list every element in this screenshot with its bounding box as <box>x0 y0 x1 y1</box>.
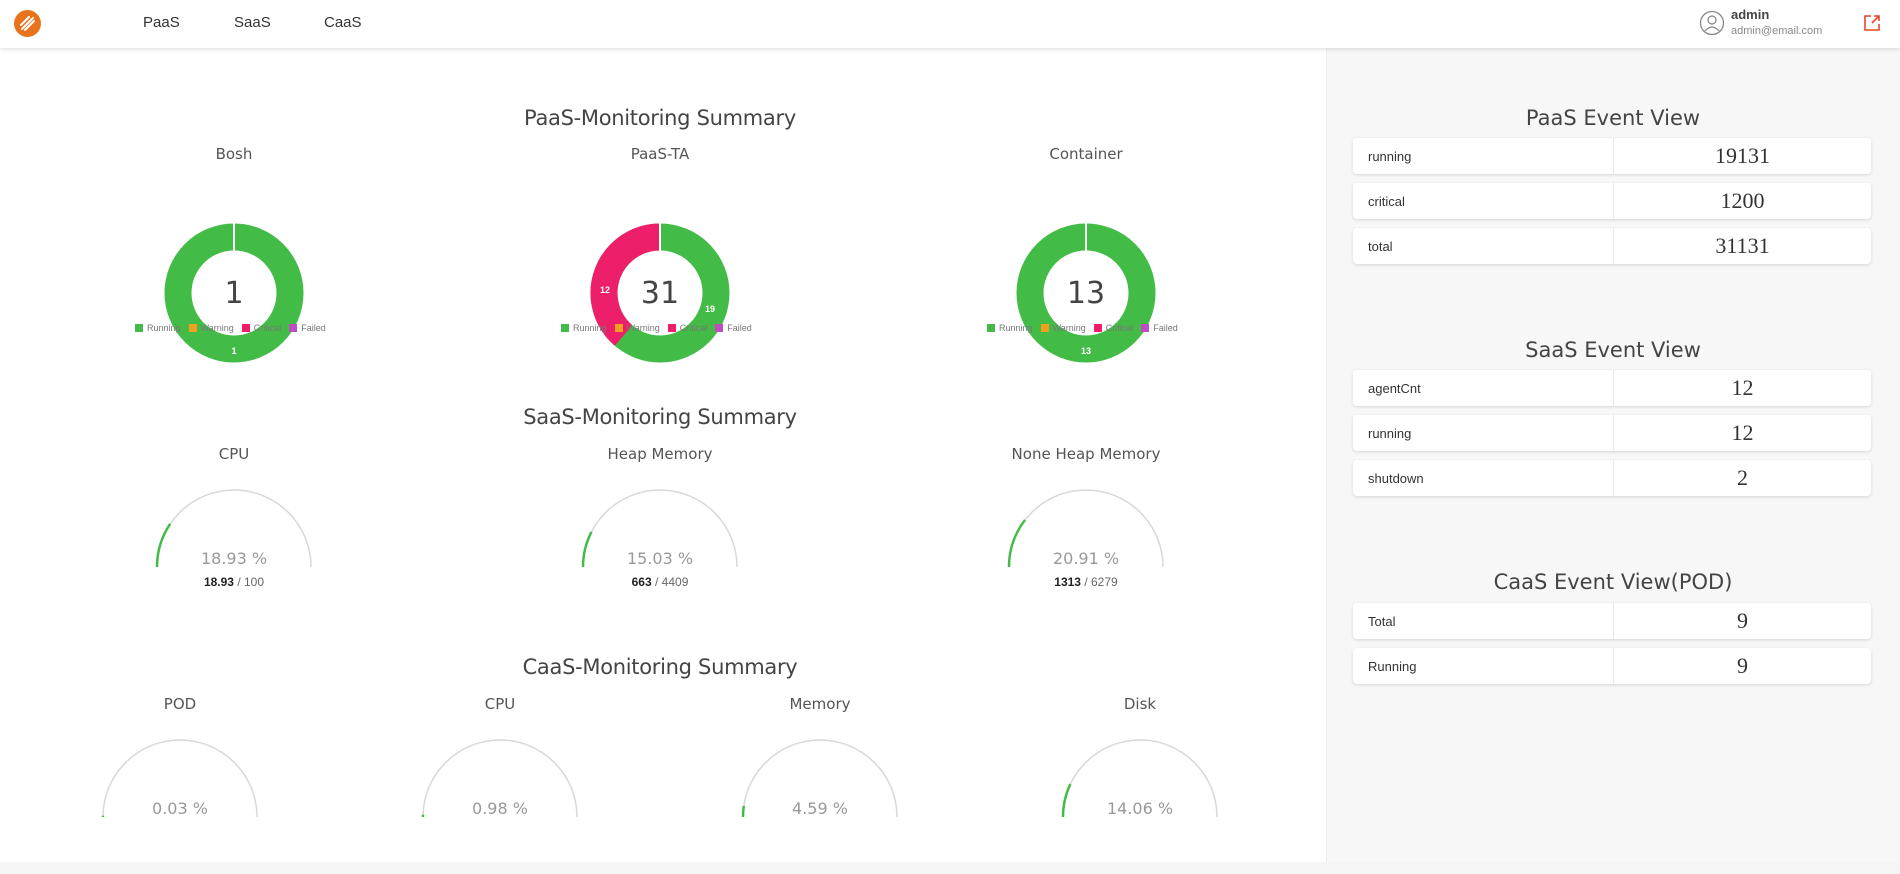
event-row[interactable]: Total 9 <box>1353 603 1871 639</box>
gauge-percent: 15.03 % <box>626 549 694 568</box>
legend-item-running[interactable]: Running <box>135 323 181 333</box>
user-avatar-icon[interactable] <box>1699 10 1725 36</box>
gauge-percent: 14.06 % <box>1106 799 1174 818</box>
user-name[interactable]: admin <box>1731 7 1769 22</box>
caas-event-view-title: CaaS Event View(POD) <box>1493 570 1733 594</box>
caas-summary-title: CaaS-Monitoring Summary <box>522 655 798 679</box>
event-label: critical <box>1368 194 1405 209</box>
event-row[interactable]: Running 9 <box>1353 648 1871 684</box>
container-donut-chart: 13 13 <box>1016 223 1156 363</box>
gauge-percent: 18.93 % <box>200 549 268 568</box>
event-value: 2 <box>1737 465 1748 490</box>
event-label: total <box>1368 239 1393 254</box>
legend-item-warning[interactable]: Warning <box>188 323 234 333</box>
gauge-title: Disk <box>1123 695 1157 713</box>
donut-segment-label: 1 <box>231 346 236 356</box>
donut-center-total: 1 <box>224 276 243 311</box>
donut-segment-label: 12 <box>600 285 610 295</box>
event-value: 9 <box>1737 653 1748 678</box>
event-label: running <box>1368 149 1412 164</box>
gauge-title: Heap Memory <box>607 445 713 463</box>
donut-legend: Running Warning Critical Failed <box>561 323 752 333</box>
donut-legend: Running Warning Critical Failed <box>987 323 1178 333</box>
paasta-donut-chart: 19 12 31 <box>590 223 730 363</box>
gauge-title: Memory <box>789 695 851 713</box>
legend-item-failed[interactable]: Failed <box>289 323 326 333</box>
event-value: 1200 <box>1720 188 1765 213</box>
event-label: agentCnt <box>1368 381 1421 396</box>
donut-title: PaaS-TA <box>630 145 690 163</box>
legend-item-running[interactable]: Running <box>987 323 1033 333</box>
bosh-donut-chart: 1 1 <box>164 223 304 363</box>
event-value: 9 <box>1737 608 1748 633</box>
gauge-percent: 20.91 % <box>1052 549 1120 568</box>
user-email: admin@email.com <box>1731 25 1823 37</box>
gauge-usage: 663 / 4409 <box>560 575 760 589</box>
event-row[interactable]: running 12 <box>1353 415 1871 451</box>
gauge-percent: 0.03 % <box>152 799 208 818</box>
gauge-used: 18.93 <box>203 575 234 589</box>
event-value: 19131 <box>1715 143 1770 168</box>
event-value: 12 <box>1731 420 1754 445</box>
legend-item-failed[interactable]: Failed <box>1141 323 1178 333</box>
legend-item-warning[interactable]: Warning <box>1040 323 1086 333</box>
event-row[interactable]: shutdown 2 <box>1353 460 1871 496</box>
gauge-title: None Heap Memory <box>1011 445 1161 463</box>
gauge-usage: 18.93 / 100 <box>134 575 334 589</box>
event-row[interactable]: total 31131 <box>1353 228 1871 264</box>
event-row[interactable]: critical 1200 <box>1353 183 1871 219</box>
app-logo-icon[interactable] <box>14 10 41 37</box>
legend-item-critical[interactable]: Critical <box>667 323 707 333</box>
legend-item-warning[interactable]: Warning <box>614 323 660 333</box>
gauge-title: CPU <box>484 695 516 713</box>
gauge-max: / 100 <box>237 575 265 589</box>
gauge-usage: 1313 / 6279 <box>986 575 1186 589</box>
event-row[interactable]: agentCnt 12 <box>1353 370 1871 406</box>
gauge-used: 1313 <box>1054 575 1081 589</box>
gauge-title: POD <box>163 695 197 713</box>
saas-summary-title: SaaS-Monitoring Summary <box>523 405 797 429</box>
gauge-max: / 4409 <box>655 575 689 589</box>
gauge-used: 663 <box>631 575 652 589</box>
event-label: shutdown <box>1368 471 1424 486</box>
gauge-percent: 4.59 % <box>792 799 848 818</box>
legend-item-critical[interactable]: Critical <box>1093 323 1133 333</box>
donut-center-total: 31 <box>641 276 679 311</box>
event-label: Total <box>1368 614 1396 629</box>
event-value: 31131 <box>1715 233 1770 258</box>
main-dashboard: PaaS-Monitoring Summary Bosh 1 1 PaaS-TA… <box>0 48 1326 862</box>
logout-icon[interactable] <box>1862 13 1882 33</box>
gauge-title: CPU <box>218 445 250 463</box>
paas-summary-title: PaaS-Monitoring Summary <box>524 106 796 130</box>
event-value: 12 <box>1731 375 1754 400</box>
legend-item-failed[interactable]: Failed <box>715 323 752 333</box>
gauge-percent: 0.98 % <box>472 799 528 818</box>
donut-segment-label: 13 <box>1081 346 1091 356</box>
nav-saas[interactable]: SaaS <box>234 14 271 31</box>
donut-title: Container <box>1049 145 1123 163</box>
top-navbar: PaaS SaaS CaaS admin admin@email.com <box>0 0 1900 48</box>
legend-item-critical[interactable]: Critical <box>241 323 281 333</box>
donut-legend: Running Warning Critical Failed <box>135 323 326 333</box>
donut-segment-label: 19 <box>705 304 715 314</box>
event-label: Running <box>1368 659 1417 674</box>
nav-paas[interactable]: PaaS <box>143 14 180 31</box>
nav-caas[interactable]: CaaS <box>324 14 362 31</box>
paas-event-view-title: PaaS Event View <box>1525 106 1701 130</box>
donut-title: Bosh <box>215 145 253 163</box>
event-label: running <box>1368 426 1412 441</box>
saas-event-view-title: SaaS Event View <box>1525 338 1701 362</box>
event-row[interactable]: running 19131 <box>1353 138 1871 174</box>
event-view-panel: PaaS Event View running 19131 critical 1… <box>1326 48 1900 862</box>
gauge-max: / 6279 <box>1084 575 1118 589</box>
legend-item-running[interactable]: Running <box>561 323 607 333</box>
donut-center-total: 13 <box>1067 276 1105 311</box>
